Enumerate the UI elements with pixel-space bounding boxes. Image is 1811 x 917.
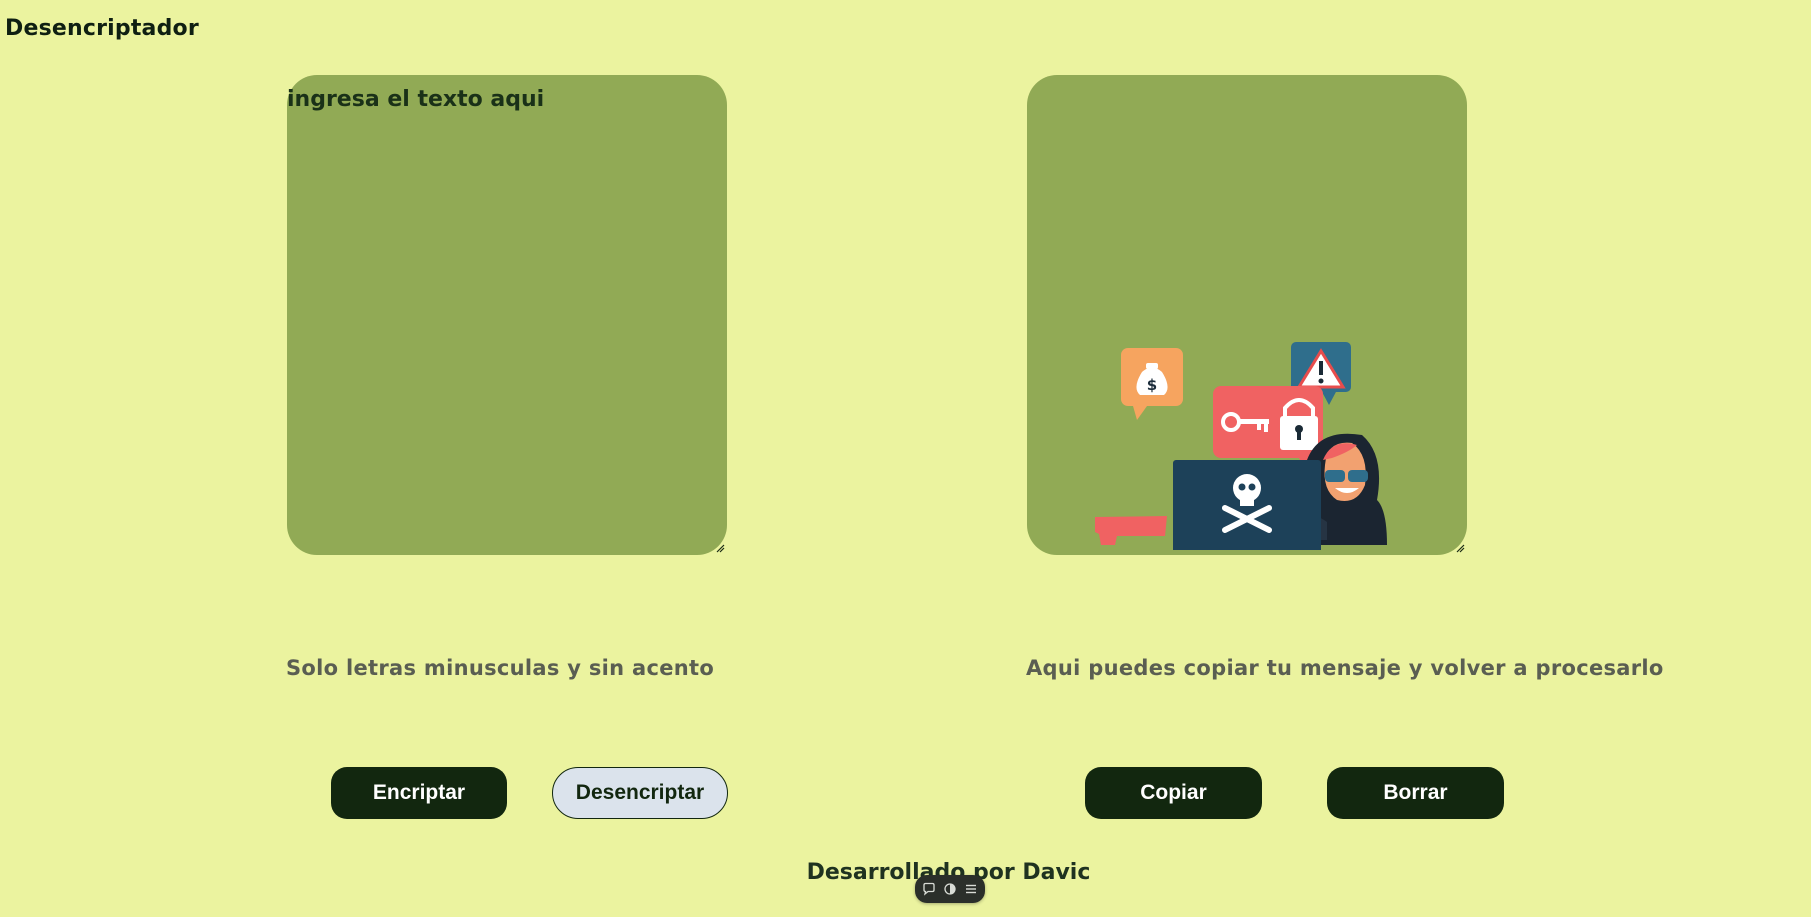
decrypt-button[interactable]: Desencriptar: [552, 767, 728, 819]
resize-handle-icon[interactable]: [1456, 544, 1465, 553]
contrast-icon[interactable]: [943, 882, 957, 896]
app-title: Desencriptador: [5, 16, 199, 41]
chat-icon[interactable]: [922, 882, 936, 896]
computer-monitor: [1173, 460, 1321, 550]
output-textarea[interactable]: $: [1027, 75, 1467, 555]
svg-text:$: $: [1147, 376, 1157, 394]
money-bag-bubble: $: [1121, 348, 1183, 420]
input-hint: Solo letras minusculas y sin acento: [286, 656, 715, 680]
copy-button[interactable]: Copiar: [1085, 767, 1262, 819]
clear-button[interactable]: Borrar: [1327, 767, 1504, 819]
input-textarea[interactable]: ingresa el texto aqui: [287, 75, 727, 555]
input-text: ingresa el texto aqui: [287, 87, 545, 112]
lock-key-bubble: [1213, 386, 1323, 472]
footer-credit: Desarrollado por Davic: [806, 860, 1091, 885]
floating-toolbar: [915, 875, 985, 903]
resize-handle-icon[interactable]: [716, 544, 725, 553]
menu-icon[interactable]: [964, 882, 978, 896]
encrypt-button[interactable]: Encriptar: [331, 767, 507, 819]
output-hint: Aqui puedes copiar tu mensaje y volver a…: [1026, 656, 1664, 680]
hacker-illustration: $: [1095, 342, 1387, 550]
red-blob-shape: [1095, 516, 1167, 545]
